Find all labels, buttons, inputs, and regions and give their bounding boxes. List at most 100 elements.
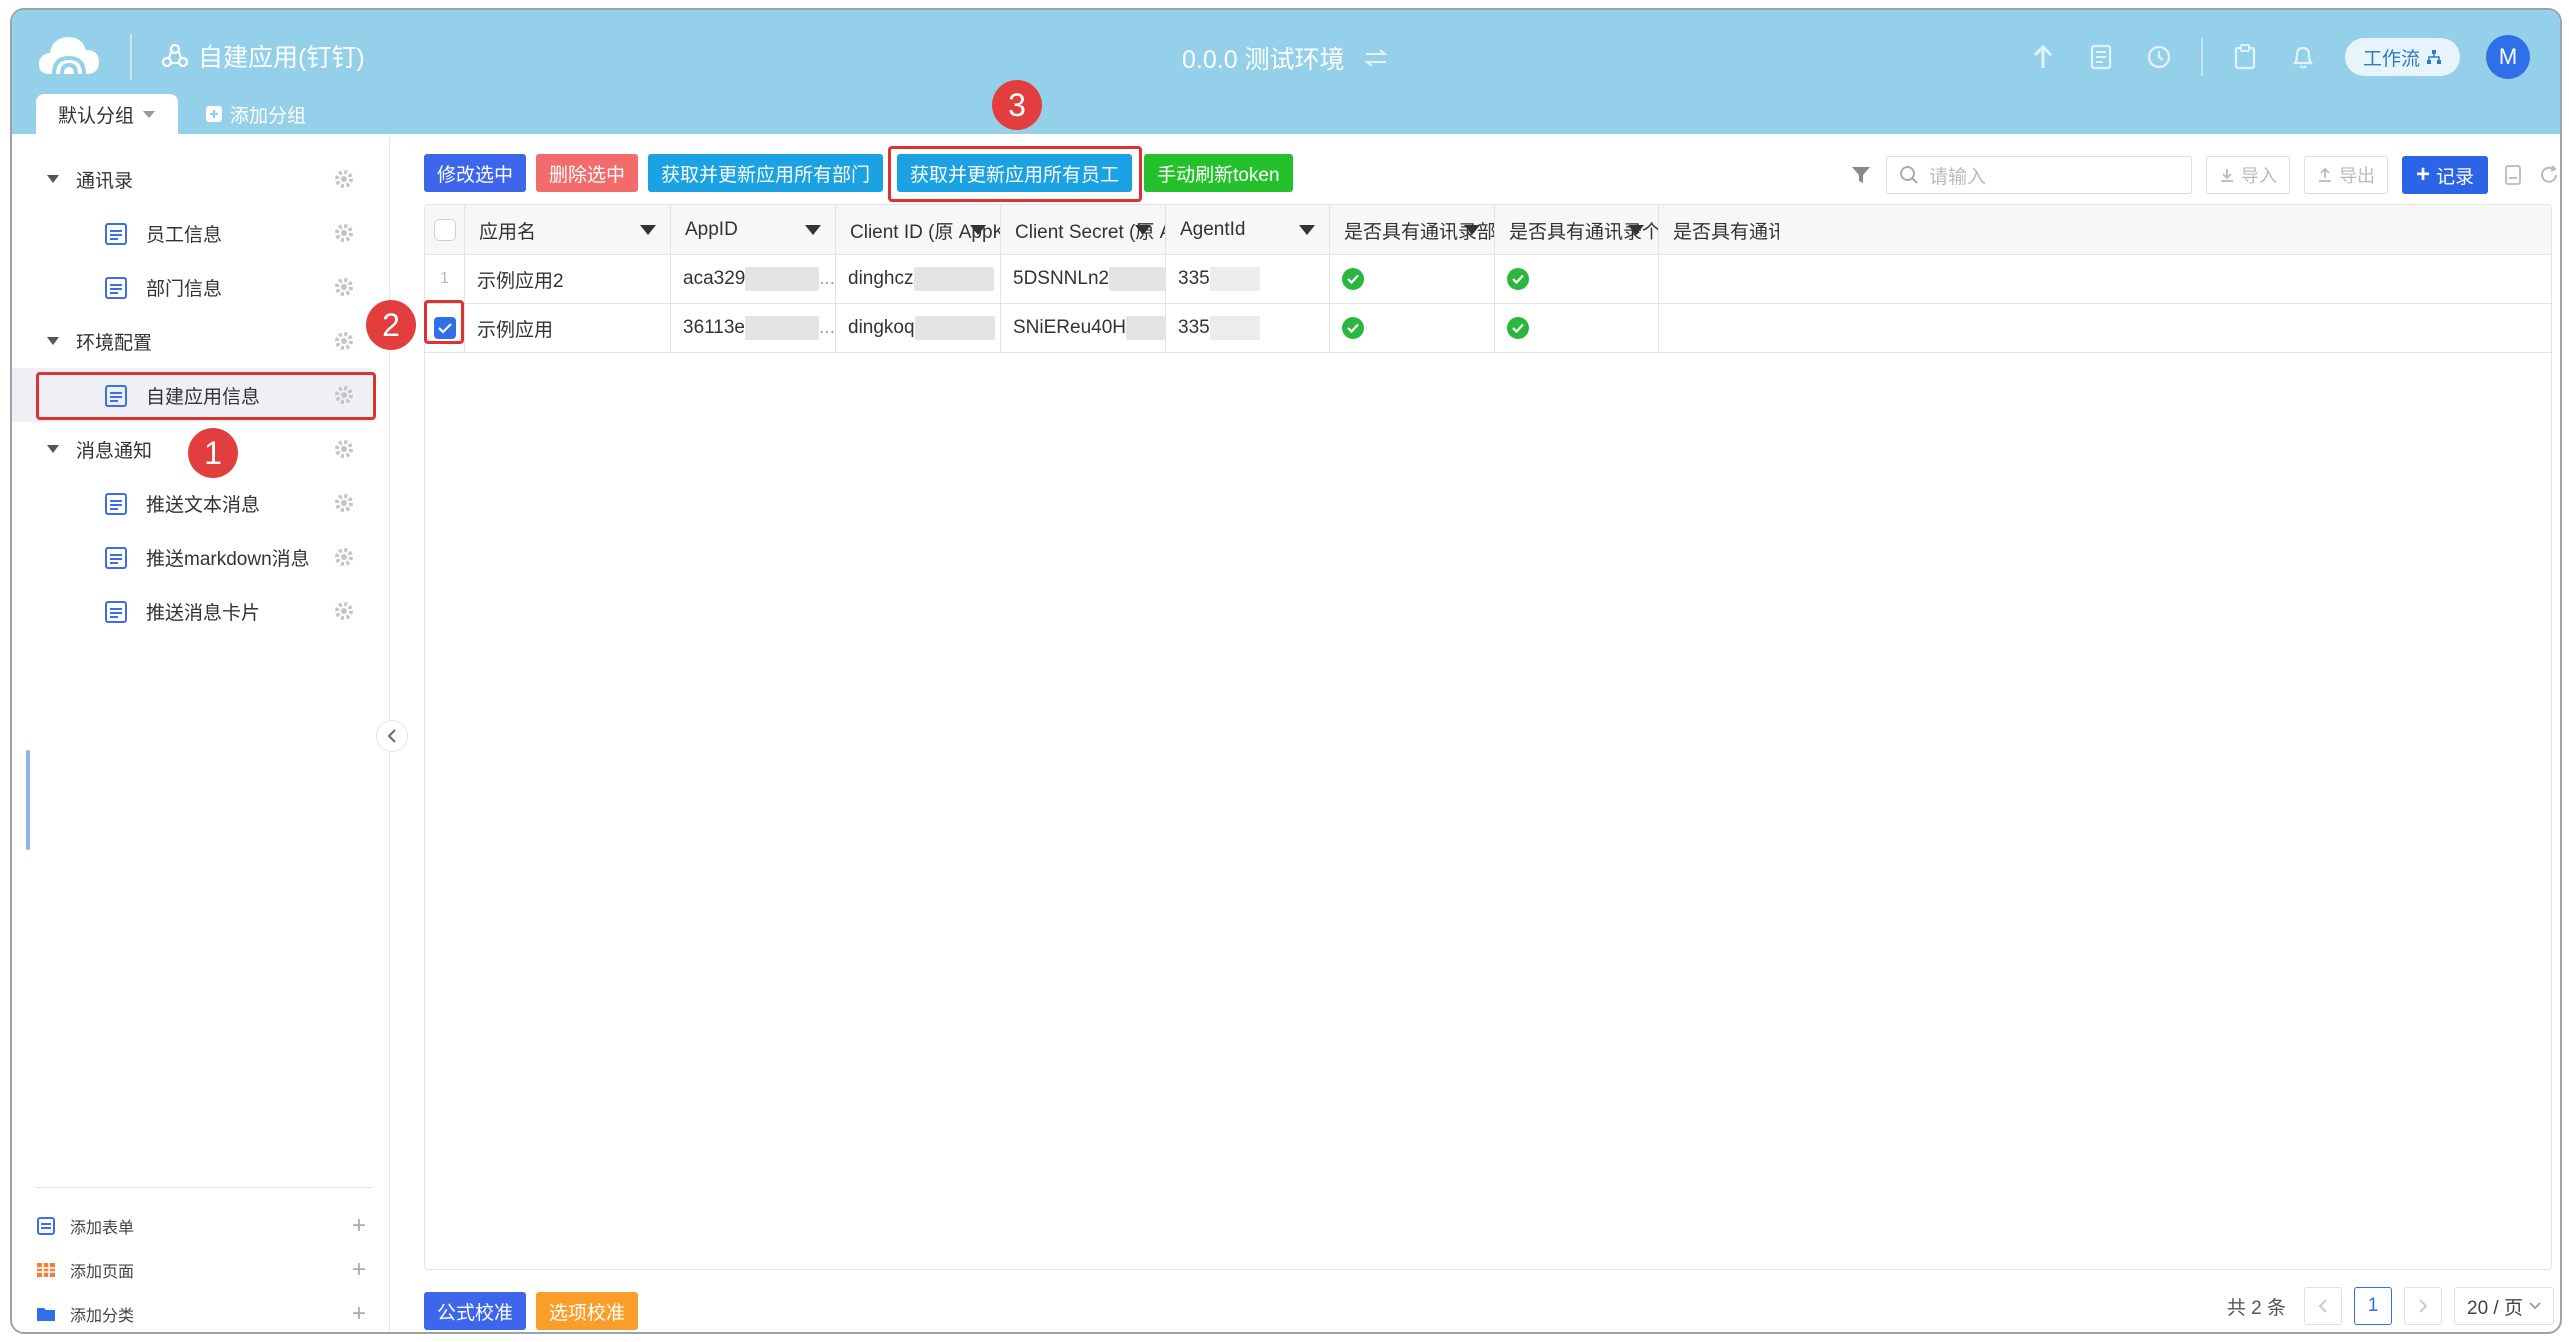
sidebar-collapse-button[interactable] [376, 720, 408, 752]
column-header[interactable]: 是否具有通讯录个人信息 [1495, 205, 1659, 255]
cell-empty[interactable] [1659, 304, 1779, 352]
caret-down-icon [47, 445, 59, 453]
scroll-indicator[interactable] [26, 750, 30, 850]
cell-client-secret[interactable]: 5DSNNLn2 [1001, 255, 1166, 303]
app-window: 自建应用(钉钉) 0.0.0 测试环境 工作流 M 默认分组 添加分组 通讯录 … [10, 8, 2562, 1334]
column-label: AppID [685, 219, 738, 240]
sidebar-group-env-config[interactable]: 环境配置 [12, 314, 372, 368]
add-form-button[interactable]: 添加表单 + [36, 1204, 372, 1248]
prev-page-button[interactable] [2304, 1287, 2343, 1325]
group-tabs: 默认分组 添加分组 [36, 94, 318, 134]
sidebar-item-push-markdown[interactable]: 推送markdown消息 [12, 530, 372, 584]
sidebar-group-contacts[interactable]: 通讯录 [12, 152, 372, 206]
plus-icon: + [2415, 161, 2430, 188]
user-avatar[interactable]: M [2486, 35, 2530, 79]
sync-departments-button[interactable]: 获取并更新应用所有部门 [648, 154, 884, 192]
clipboard-icon[interactable] [2229, 41, 2261, 73]
page-size-select[interactable]: 20 / 页 [2454, 1287, 2554, 1325]
gear-icon[interactable] [332, 599, 356, 623]
gear-icon[interactable] [332, 545, 356, 569]
column-label: 应用名 [479, 221, 537, 243]
environment-switcher[interactable]: 0.0.0 测试环境 [1182, 40, 1389, 76]
sort-triangle-icon[interactable] [805, 225, 821, 235]
add-record-button[interactable]: + 记录 [2401, 156, 2488, 194]
option-calibrate-button[interactable]: 选项校准 [536, 1292, 639, 1330]
sort-triangle-icon[interactable] [1628, 225, 1644, 235]
column-header[interactable]: AppID [671, 205, 836, 255]
cell-personal-permission[interactable] [1495, 304, 1659, 352]
sort-triangle-icon[interactable] [1299, 225, 1315, 235]
next-page-button[interactable] [2404, 1287, 2443, 1325]
export-button[interactable]: 导出 [2303, 156, 2388, 194]
refresh-token-button[interactable]: 手动刷新token [1144, 154, 1293, 192]
history-icon[interactable] [2143, 41, 2175, 73]
upload-icon[interactable] [2027, 41, 2059, 73]
bell-icon[interactable] [2287, 41, 2319, 73]
plus-icon: + [351, 1256, 366, 1283]
print-icon[interactable] [2502, 164, 2524, 186]
sidebar-item-push-card[interactable]: 推送消息卡片 [12, 584, 372, 638]
gear-icon[interactable] [332, 167, 356, 191]
sort-triangle-icon[interactable] [1464, 225, 1480, 235]
import-button[interactable]: 导入 [2205, 156, 2290, 194]
table-row[interactable]: 1 示例应用2 aca329... dinghcz 5DSNNLn2 335 [425, 255, 2551, 304]
cell-agent-id[interactable]: 335 [1166, 255, 1330, 303]
cell-value: dingkoq [848, 317, 915, 338]
form-icon [105, 277, 127, 299]
document-icon[interactable] [2085, 41, 2117, 73]
sidebar-item-department-info[interactable]: 部门信息 [12, 260, 372, 314]
sidebar-item-push-text[interactable]: 推送文本消息 [12, 476, 372, 530]
workflow-button[interactable]: 工作流 [2344, 38, 2460, 76]
column-header[interactable]: AgentId [1166, 205, 1330, 255]
sidebar-item-label: 员工信息 [146, 224, 223, 246]
cell-personal-permission[interactable] [1495, 255, 1659, 303]
sort-triangle-icon[interactable] [1135, 225, 1151, 235]
cell-appid[interactable]: 36113e... [671, 304, 836, 352]
page-number-button[interactable]: 1 [2354, 1287, 2393, 1325]
folder-icon [37, 1308, 55, 1321]
add-category-button[interactable]: 添加分类 + [36, 1292, 372, 1332]
sidebar-group-label: 消息通知 [76, 440, 153, 462]
cell-app-name[interactable]: 示例应用 [465, 304, 671, 352]
export-icon [2318, 167, 2331, 182]
cell-value: dinghcz [848, 268, 914, 289]
redaction-blur [1126, 316, 1165, 340]
add-group-tab[interactable]: 添加分组 [194, 94, 318, 134]
app-title-area[interactable]: 自建应用(钉钉) [162, 36, 365, 76]
gear-icon[interactable] [332, 275, 356, 299]
sort-triangle-icon[interactable] [640, 225, 656, 235]
cell-client-secret[interactable]: SNiEReu40H [1001, 304, 1166, 352]
sidebar-item-employee-info[interactable]: 员工信息 [12, 206, 372, 260]
cell-agent-id[interactable]: 335 [1166, 304, 1330, 352]
cell-empty[interactable] [1659, 255, 1779, 303]
check-circle-icon [1507, 268, 1529, 290]
sort-triangle-icon[interactable] [970, 225, 986, 235]
cloud-logo-icon[interactable] [36, 28, 102, 84]
gear-icon[interactable] [332, 491, 356, 515]
refresh-icon[interactable] [2538, 164, 2560, 186]
cell-dept-permission[interactable] [1330, 304, 1495, 352]
search-input[interactable]: 请输入 [1885, 156, 2192, 194]
select-all-checkbox[interactable] [433, 219, 456, 241]
cell-dept-permission[interactable] [1330, 255, 1495, 303]
formula-calibrate-button[interactable]: 公式校准 [424, 1292, 527, 1330]
add-page-button[interactable]: 添加页面 + [36, 1248, 372, 1292]
column-header[interactable]: Client Secret (原 AppSe [1001, 205, 1166, 255]
table-row[interactable]: 示例应用 36113e... dingkoq SNiEReu40H 335 [425, 304, 2551, 353]
delete-selected-button[interactable]: 删除选中 [536, 154, 639, 192]
gear-icon[interactable] [332, 221, 356, 245]
cell-app-name[interactable]: 示例应用2 [465, 255, 671, 303]
tab-default-group[interactable]: 默认分组 [36, 94, 179, 134]
column-header[interactable]: 是否具有通讯录部 [1659, 205, 1779, 255]
edit-selected-button[interactable]: 修改选中 [424, 154, 527, 192]
column-header[interactable]: 是否具有通讯录部门成员 [1330, 205, 1495, 255]
column-header[interactable]: 应用名 [465, 205, 671, 255]
cell-client-id[interactable]: dingkoq [836, 304, 1001, 352]
gear-icon[interactable] [332, 329, 356, 353]
gear-icon[interactable] [332, 437, 356, 461]
filter-icon[interactable] [1850, 164, 1872, 186]
cell-client-id[interactable]: dinghcz [836, 255, 1001, 303]
header-select-all[interactable] [425, 205, 465, 255]
cell-appid[interactable]: aca329... [671, 255, 836, 303]
column-header[interactable]: Client ID (原 AppKey 和 [836, 205, 1001, 255]
